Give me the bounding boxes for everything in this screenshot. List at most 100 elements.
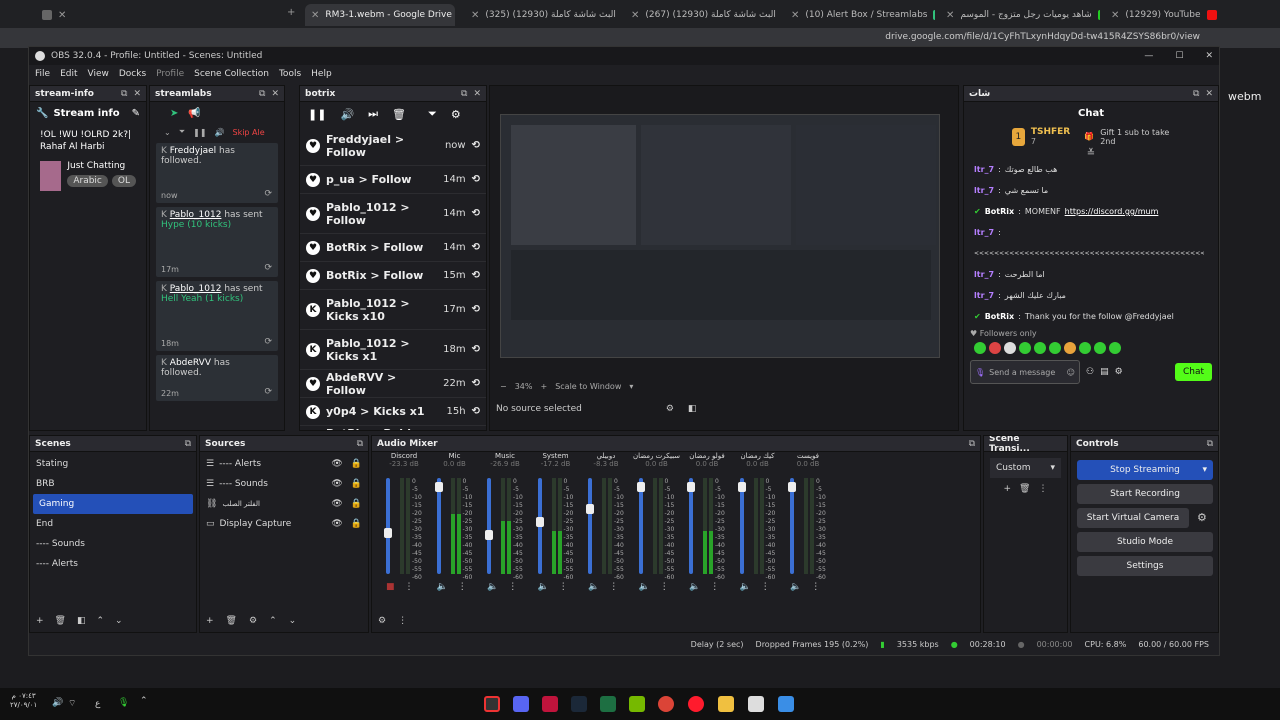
filter-icon[interactable]: ◧ bbox=[688, 404, 697, 414]
acrobat-icon[interactable] bbox=[542, 696, 558, 712]
volume-fader[interactable] bbox=[687, 478, 695, 574]
replay-icon[interactable]: ⟳ bbox=[264, 387, 272, 397]
mute-icon[interactable]: 🔈 bbox=[689, 582, 700, 592]
fader-handle[interactable] bbox=[434, 482, 443, 493]
tab-close-icon[interactable]: ✕ bbox=[1111, 10, 1119, 21]
fader-handle[interactable] bbox=[586, 503, 594, 514]
visibility-icon[interactable]: 👁 bbox=[331, 499, 342, 509]
language-indicator[interactable]: ع bbox=[95, 699, 100, 709]
tab-6[interactable]: ✕ (12929) YouTube bbox=[1105, 4, 1255, 26]
steam-icon[interactable] bbox=[571, 696, 587, 712]
chat-send-button[interactable]: Chat bbox=[1174, 363, 1212, 381]
lock-icon[interactable]: 🔒 bbox=[351, 459, 362, 469]
volume-icon[interactable]: 🔊 bbox=[340, 108, 354, 121]
skip-alert-button[interactable]: Skip Ale bbox=[232, 128, 264, 137]
mute-icon[interactable]: 🔈 bbox=[437, 582, 448, 592]
botrix-event-row[interactable]: K Pablo_1012 > Kicks x1 18m ⟲ bbox=[300, 330, 486, 370]
volume-fader[interactable] bbox=[434, 478, 443, 574]
chat-username[interactable]: ltr_7 bbox=[974, 270, 994, 279]
menu-icon[interactable]: ⋮ bbox=[398, 616, 407, 626]
streamlabs-event[interactable]: K Freddyjael has followed. now ⟳ bbox=[156, 143, 278, 203]
emote-icon[interactable] bbox=[1004, 342, 1016, 354]
tab-close-icon[interactable]: ✕ bbox=[631, 10, 639, 21]
trash-icon[interactable]: 🗑 bbox=[392, 108, 406, 121]
chat-username[interactable]: BotRix bbox=[985, 207, 1014, 216]
close-icon[interactable]: ✕ bbox=[1205, 89, 1213, 99]
scene-item[interactable]: Gaming bbox=[33, 494, 193, 514]
tab-0[interactable]: ✕ bbox=[36, 4, 86, 26]
scene-item[interactable]: Stating bbox=[30, 454, 196, 474]
menu-docks[interactable]: Docks bbox=[119, 69, 146, 79]
menu-icon[interactable]: ⋮ bbox=[811, 582, 820, 592]
chat-username[interactable]: ltr_7 bbox=[974, 186, 994, 195]
close-icon[interactable]: ✕ bbox=[1205, 51, 1213, 61]
mute-icon[interactable]: 🔈 bbox=[487, 582, 498, 592]
settings-button[interactable]: Settings bbox=[1077, 556, 1213, 576]
mute-icon[interactable]: 🔈 bbox=[740, 582, 751, 592]
tab-close-icon[interactable]: ✕ bbox=[791, 10, 799, 21]
tab-close-icon[interactable]: ✕ bbox=[58, 10, 66, 21]
mute-icon[interactable]: ■ bbox=[386, 582, 395, 592]
float-icon[interactable]: ⧉ bbox=[969, 439, 975, 449]
fader-handle[interactable] bbox=[384, 527, 392, 538]
scale-select[interactable]: Scale to Window bbox=[555, 382, 621, 391]
visibility-icon[interactable]: 👁 bbox=[331, 479, 342, 489]
menu-view[interactable]: View bbox=[88, 69, 109, 79]
emote-icon[interactable] bbox=[1079, 342, 1091, 354]
transition-select[interactable]: Custom ▾ bbox=[990, 458, 1061, 478]
clock[interactable]: ٠٧:٤٣ م ٢٧/٠٩/٠١ bbox=[10, 692, 37, 710]
start-virtual-camera-button[interactable]: Start Virtual Camera bbox=[1077, 508, 1189, 528]
replay-icon[interactable]: ⟲ bbox=[472, 344, 480, 355]
scene-item[interactable]: End bbox=[30, 514, 196, 534]
store-icon[interactable]: ▤ bbox=[1100, 367, 1109, 377]
replay-icon[interactable]: ⟲ bbox=[472, 304, 480, 315]
volume-fader[interactable] bbox=[636, 478, 645, 574]
obs-taskbar-icon[interactable] bbox=[484, 696, 500, 712]
emote-icon[interactable] bbox=[1019, 342, 1031, 354]
trash-icon[interactable]: 🗑 bbox=[55, 616, 66, 626]
float-icon[interactable]: ⧉ bbox=[461, 89, 467, 99]
pause-icon[interactable]: ❚❚ bbox=[308, 108, 326, 121]
chevron-down-icon[interactable]: ▾ bbox=[1202, 465, 1207, 475]
maximize-icon[interactable]: ☐ bbox=[1175, 51, 1183, 61]
menu-tools[interactable]: Tools bbox=[279, 69, 301, 79]
mute-icon[interactable]: 🔈 bbox=[639, 582, 650, 592]
botrix-event-row[interactable]: ♥ p_ua > Follow 14m ⟲ bbox=[300, 166, 486, 194]
menu-icon[interactable]: ⋮ bbox=[458, 582, 467, 592]
move-up-icon[interactable]: ⌃ bbox=[97, 616, 105, 626]
new-tab-icon[interactable]: + bbox=[287, 7, 295, 18]
trash-icon[interactable]: 🗑 bbox=[1019, 484, 1030, 494]
gear-icon[interactable]: ⚙ bbox=[451, 108, 461, 121]
minimize-icon[interactable]: — bbox=[1144, 51, 1153, 61]
discord-icon[interactable] bbox=[513, 696, 529, 712]
botrix-event-row[interactable]: ♥ BotRix > Follow 14m ⟲ bbox=[300, 234, 486, 262]
close-icon[interactable]: ✕ bbox=[473, 89, 481, 99]
store-icon[interactable] bbox=[748, 696, 764, 712]
menu-icon[interactable]: ⋮ bbox=[710, 582, 719, 592]
replay-icon[interactable]: ⟳ bbox=[264, 263, 272, 273]
chrome-icon[interactable] bbox=[658, 696, 674, 712]
streamlabs-event[interactable]: K AbdeRVV has followed. 22m ⟳ bbox=[156, 355, 278, 401]
menu-icon[interactable]: ⋮ bbox=[1038, 484, 1047, 494]
replay-icon[interactable]: ⟳ bbox=[264, 337, 272, 347]
emote-icon[interactable] bbox=[1094, 342, 1106, 354]
replay-icon[interactable]: ⟲ bbox=[472, 270, 480, 281]
replay-icon[interactable]: ⟳ bbox=[264, 189, 272, 199]
excel-icon[interactable] bbox=[600, 696, 616, 712]
nvidia-icon[interactable] bbox=[629, 696, 645, 712]
preview-canvas[interactable] bbox=[500, 114, 940, 358]
skip-icon[interactable]: ⏭ bbox=[368, 107, 378, 121]
gear-icon[interactable]: ⚙ bbox=[1115, 367, 1123, 377]
add-icon[interactable]: + bbox=[206, 616, 214, 626]
streamlabs-event[interactable]: K Pablo_1012 has sent Hype (10 kicks) 17m… bbox=[156, 207, 278, 277]
windows-start-icon[interactable] bbox=[778, 696, 794, 712]
menu-icon[interactable]: ⋮ bbox=[609, 582, 618, 592]
chevron-down-icon[interactable]: ▾ bbox=[629, 382, 633, 391]
mic-icon[interactable]: 🎙 bbox=[975, 368, 985, 377]
stop-streaming-button[interactable]: Stop Streaming ▾ bbox=[1077, 460, 1213, 480]
mic-icon[interactable]: 🎙 bbox=[118, 698, 129, 708]
chevron-down-icon[interactable]: ⌄ bbox=[164, 128, 171, 137]
tab-5[interactable]: ✕ شاهد يوميات رجل متزوج - الموسم bbox=[940, 4, 1100, 26]
pause-icon[interactable]: ❚❚ bbox=[193, 128, 206, 137]
chevron-icon[interactable]: ≚ bbox=[964, 148, 1218, 159]
